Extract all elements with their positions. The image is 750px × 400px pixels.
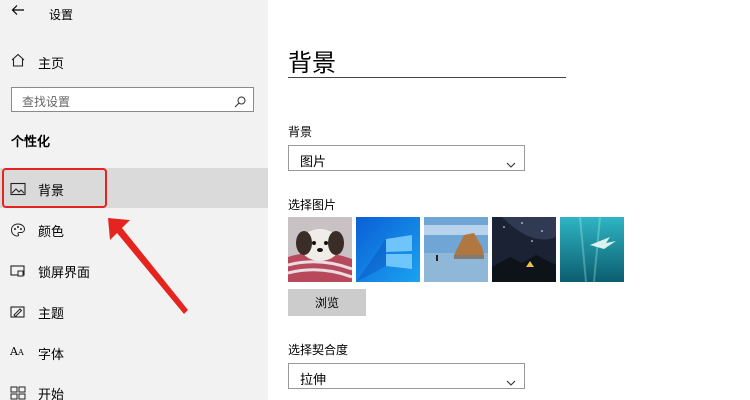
sidebar-item-home[interactable]: 主页 [0, 48, 268, 74]
chevron-down-icon [506, 154, 516, 168]
app-title: 设置 [49, 8, 74, 22]
sidebar-item-label: 锁屏界面 [38, 266, 91, 281]
browse-button[interactable]: 浏览 [288, 289, 366, 316]
search-icon[interactable] [234, 93, 246, 108]
chevron-down-icon [506, 372, 516, 386]
sidebar-item-label: 字体 [38, 348, 65, 363]
content-pane: 背景 背景 图片 选择图片 浏览 选择契合度 拉伸 [268, 0, 750, 400]
annotation-arrow [108, 218, 188, 314]
sidebar-item-label: 开始 [38, 388, 65, 400]
sidebar-item-start[interactable]: 开始 [0, 372, 268, 400]
theme-icon [10, 304, 26, 318]
background-dropdown[interactable]: 图片 [288, 145, 525, 171]
section-heading: 个性化 [11, 135, 51, 150]
thumbnail-night-sky[interactable] [492, 217, 556, 282]
palette-icon [10, 222, 26, 237]
lock-screen-icon [10, 263, 26, 277]
background-value: 图片 [300, 155, 327, 170]
choose-picture-label: 选择图片 [288, 198, 337, 212]
home-icon [10, 52, 26, 68]
search-input[interactable]: 查找设置 [11, 87, 254, 112]
sidebar-item-fonts[interactable]: AA 字体 [0, 332, 268, 372]
sidebar: 设置 主页 查找设置 个性化 背景 颜色 锁屏界面 主题 AA 字体 开始 [0, 0, 268, 400]
fit-label: 选择契合度 [288, 343, 349, 357]
thumbnail-windows-blue[interactable] [356, 217, 420, 282]
thumbnail-underwater[interactable] [560, 217, 624, 282]
start-icon [10, 385, 26, 400]
thumbnail-coast[interactable] [424, 217, 488, 282]
search-placeholder: 查找设置 [22, 95, 71, 109]
font-icon: AA [10, 345, 24, 358]
background-label: 背景 [288, 125, 313, 139]
fit-dropdown[interactable]: 拉伸 [288, 363, 525, 389]
highlight-box [2, 168, 107, 208]
sidebar-item-label: 颜色 [38, 225, 65, 240]
fit-value: 拉伸 [300, 373, 327, 388]
page-title: 背景 [288, 49, 336, 77]
back-arrow-icon[interactable] [8, 3, 28, 23]
thumbnail-dog[interactable] [288, 217, 352, 282]
sidebar-item-label: 主题 [38, 307, 65, 322]
sidebar-item-label: 主页 [38, 57, 65, 72]
title-divider [288, 77, 566, 78]
title-bar: 设置 [0, 0, 268, 26]
